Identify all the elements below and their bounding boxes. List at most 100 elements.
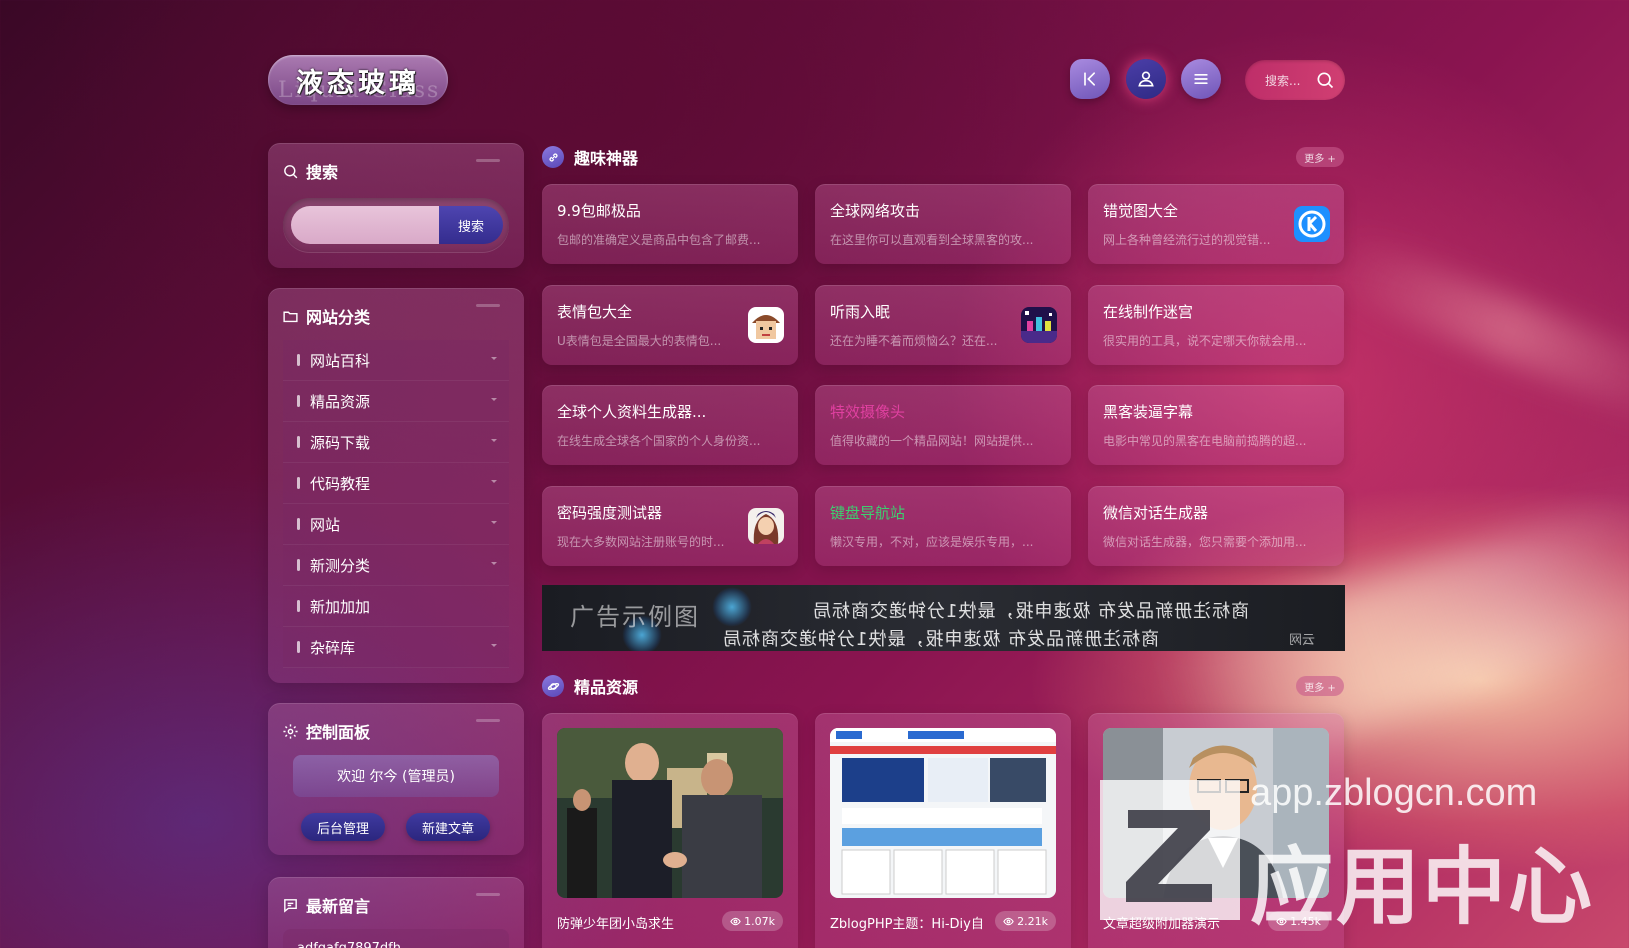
planet-icon [542, 675, 564, 697]
tool-card-description: 在线生成全球各个国家的个人身份资... [557, 434, 761, 448]
tool-card[interactable]: 全球网络攻击 在这里你可以直观看到全球黑客的攻... [815, 184, 1071, 264]
k-logo-icon [1294, 206, 1330, 242]
header-search-placeholder: 搜索... [1265, 73, 1301, 88]
tool-card-title: 特效摄像头 [830, 403, 906, 421]
header-search[interactable]: 搜索... [1245, 60, 1345, 100]
ad-text: 商标注册新品发布 极速申报，最快1分钟递交商标局 [812, 601, 1250, 622]
chevron-down-icon[interactable] [491, 439, 497, 442]
category-label: 网站 [310, 515, 341, 534]
section-title: 精品资源 [574, 678, 639, 697]
link-icon [542, 146, 564, 168]
panel-title: 控制面板 [306, 723, 371, 742]
eye-icon [730, 917, 741, 925]
chevron-down-icon[interactable] [491, 357, 497, 360]
resource-title: 防弹少年团小岛求生 [557, 917, 675, 932]
ad-text: 商标注册新品发布 极速申报，最快1分钟递交商标局 [722, 629, 1160, 650]
tool-card[interactable]: 错觉图大全 网上各种曾经流行过的视觉错... [1088, 184, 1344, 264]
sidebar-category-item[interactable]: 新测分类 [283, 545, 509, 586]
sidebar-search-button[interactable]: 搜索 [439, 206, 503, 244]
tool-card[interactable]: 全球个人资料生成器... 在线生成全球各个国家的个人身份资... [542, 385, 798, 465]
tool-card[interactable]: 表情包大全 U表情包是全国最大的表情包... [542, 285, 798, 365]
ad-title: 广告示例图 [570, 603, 700, 631]
watermark: app.zblogcn.com 应用中心 [1100, 770, 1620, 936]
user-icon [1138, 71, 1154, 87]
tool-card-description: U表情包是全国最大的表情包... [557, 334, 722, 348]
sidebar-category-item[interactable]: 新加加加 [283, 586, 509, 627]
panel-title: 网站分类 [306, 308, 371, 327]
tool-card-description: 很实用的工具，说不定哪天你就会用... [1103, 334, 1307, 348]
category-label: 新测分类 [310, 556, 371, 575]
ad-orb-decoration [712, 587, 752, 627]
tool-card[interactable]: 在线制作迷宫 很实用的工具，说不定哪天你就会用... [1088, 285, 1344, 365]
tool-card-description: 懒汉专用，不对，应该是娱乐专用，... [830, 535, 1034, 549]
ad-banner[interactable]: 广告示例图 商标注册新品发布 极速申报，最快1分钟递交商标局 商标注册新品发布 … [542, 585, 1345, 651]
section-header-tools: 趣味神器 [542, 145, 638, 169]
chevron-down-icon[interactable] [491, 521, 497, 524]
admin-button[interactable]: 后台管理 [301, 813, 385, 841]
tool-card[interactable]: 微信对话生成器 微信对话生成器，您只需要个添加用... [1088, 486, 1344, 566]
chevron-down-icon[interactable] [491, 644, 497, 647]
tool-card-title: 全球网络攻击 [830, 202, 921, 220]
category-bullet [297, 477, 300, 489]
menu-button[interactable] [1181, 59, 1221, 99]
tool-card-description: 包邮的准确定义是商品中包含了邮费... [557, 233, 761, 247]
avatar-girl-icon [748, 508, 784, 544]
comment-icon [284, 898, 297, 913]
section-header-resources: 精品资源 [542, 674, 638, 698]
more-button[interactable]: 更多 + [1296, 147, 1344, 167]
search-icon[interactable] [1315, 70, 1335, 90]
menu-icon [1194, 74, 1208, 84]
category-bullet [297, 559, 300, 571]
view-count-badge: 1.07k [722, 911, 783, 931]
chevron-down-icon[interactable] [491, 480, 497, 483]
category-bullet [297, 436, 300, 448]
panel-title: 最新留言 [306, 897, 371, 916]
folder-icon [283, 311, 298, 322]
tool-card-description: 还在为睡不着而烦恼么？还在... [830, 334, 998, 348]
collapse-sidebar-button[interactable] [1070, 59, 1110, 99]
tool-card-title: 密码强度测试器 [557, 504, 663, 522]
resource-card[interactable]: ZblogPHP主题：Hi-Diy自 2.21k [815, 713, 1071, 948]
sidebar-search-box: 搜索 [283, 198, 509, 252]
tool-card[interactable]: 特效摄像头 值得收藏的一个精品网站！网站提供... [815, 385, 1071, 465]
category-bullet [297, 354, 300, 366]
tool-card-title: 听雨入眠 [830, 303, 891, 321]
message-item[interactable]: adfgafg7897dfh [283, 929, 509, 948]
chevron-down-icon[interactable] [491, 562, 497, 565]
pixel-stage-icon [1021, 307, 1057, 343]
search-panel: 搜索 搜索 [268, 143, 524, 268]
search-icon [284, 164, 298, 178]
category-panel: 网站分类 网站百科 精品资源 源码下载 代码教程网站新测分类新加加加杂碎库 [268, 288, 524, 683]
tool-card[interactable]: 密码强度测试器 现在大多数网站注册账号的时... [542, 486, 798, 566]
tool-card-description: 微信对话生成器，您只需要个添加用... [1103, 535, 1307, 549]
gear-icon [283, 723, 298, 739]
sidebar-category-item[interactable]: 精品资源 [283, 381, 509, 422]
logo-text: 液态玻璃 [296, 67, 420, 99]
site-logo[interactable]: Liquid Glass 液态玻璃 [268, 55, 448, 105]
tool-card[interactable]: 9.9包邮极品 包邮的准确定义是商品中包含了邮费... [542, 184, 798, 264]
tool-card[interactable]: 键盘导航站 懒汉专用，不对，应该是娱乐专用，... [815, 486, 1071, 566]
category-label: 杂碎库 [310, 638, 356, 657]
sidebar-search-input[interactable] [291, 206, 439, 244]
sidebar-category-item[interactable]: 网站 [283, 504, 509, 545]
sidebar-category-item[interactable]: 网站百科 [283, 340, 509, 381]
new-post-button[interactable]: 新建文章 [406, 813, 490, 841]
section-title: 趣味神器 [574, 149, 639, 168]
category-bullet [297, 518, 300, 530]
view-count: 2.21k [1017, 914, 1048, 928]
view-count: 1.07k [744, 914, 775, 928]
tool-card[interactable]: 黑客装逼字幕 电影中常见的黑客在电脑前捣腾的超... [1088, 385, 1344, 465]
tool-card-title: 黑客装逼字幕 [1103, 403, 1194, 421]
sidebar-category-item[interactable]: 代码教程 [283, 463, 509, 504]
watermark-url: app.zblogcn.com [1250, 772, 1538, 814]
more-button[interactable]: 更多 + [1296, 676, 1344, 696]
chevron-down-icon[interactable] [491, 398, 497, 401]
panel-decoration [476, 159, 500, 162]
category-bullet [297, 395, 300, 407]
sidebar-category-item[interactable]: 源码下载 [283, 422, 509, 463]
user-button[interactable] [1126, 59, 1166, 99]
resource-card[interactable]: 防弹少年团小岛求生 1.07k [542, 713, 798, 948]
sidebar-category-item[interactable]: 杂碎库 [283, 627, 509, 668]
tool-card[interactable]: 听雨入眠还在为睡不着而烦恼么？还在... [815, 285, 1071, 365]
tool-card-title: 全球个人资料生成器... [557, 403, 707, 421]
